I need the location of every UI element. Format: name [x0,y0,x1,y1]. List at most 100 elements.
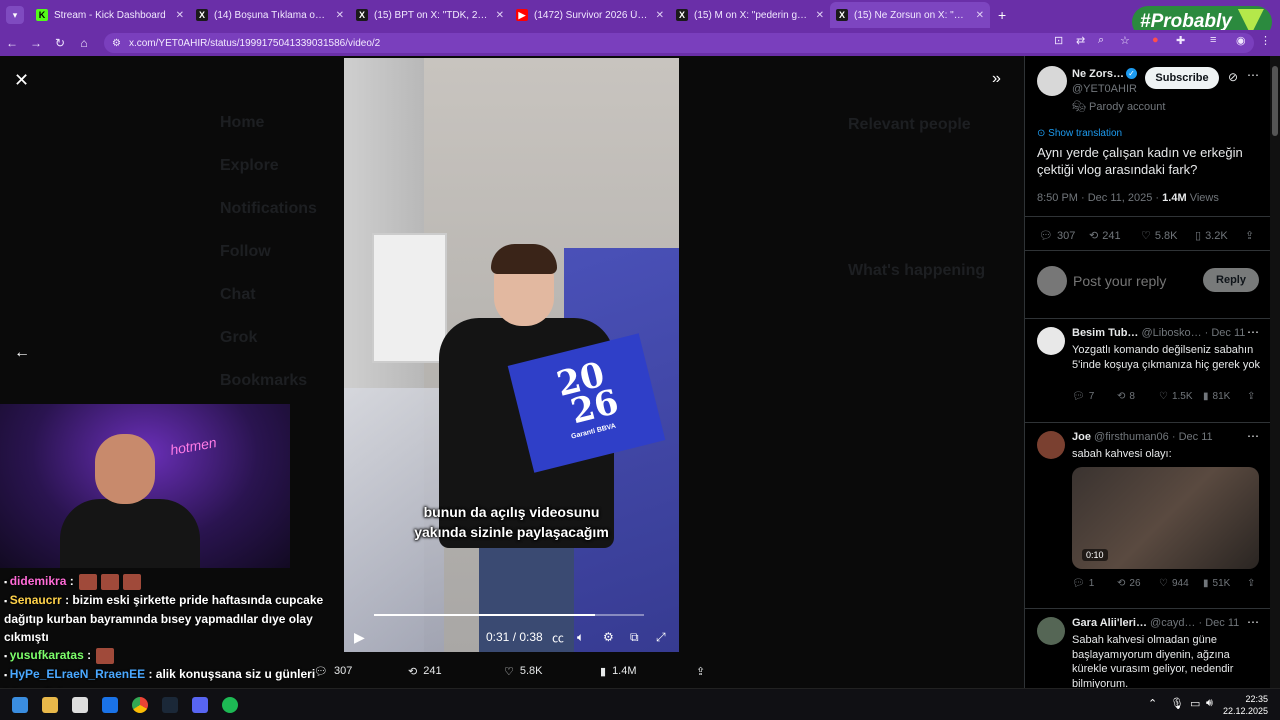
post-bookmark-action[interactable]: ▯ 3.2K [1195,229,1228,243]
extension-icon[interactable]: ● [1152,34,1159,46]
extensions-puzzle-icon[interactable]: ✚ [1176,34,1185,47]
expand-panel-icon[interactable]: » [992,70,1001,88]
like-action[interactable]: ♡ 5.8K [504,665,543,678]
author-avatar[interactable] [1037,66,1067,96]
steam-icon[interactable] [162,697,178,713]
reply-avatar[interactable] [1037,327,1065,355]
reply-handle[interactable]: @Libosko… [1141,327,1201,339]
reply-share-action[interactable]: ⇪ [1247,578,1255,589]
tray-chevron-icon[interactable]: ⌃ [1148,697,1157,710]
chat-username[interactable]: yusufkaratas [10,648,84,662]
reply-avatar[interactable] [1037,617,1065,645]
reply-name[interactable]: Joe [1072,431,1091,443]
chat-username[interactable]: HyPe_ELraeN_RraenEE [10,667,145,681]
reply-tweet[interactable]: Besim Tub… @Libosko… · Dec 11 ⋯ Yozgatlı k… [1025,318,1270,422]
repost-action[interactable]: ⟲ 241 [408,665,442,678]
reading-list-icon[interactable]: ≡ [1210,34,1216,46]
more-icon[interactable]: ⋯ [1247,615,1259,629]
tab-1[interactable]: K Stream - Kick Dashboard ✕ [30,2,190,28]
tab-close-icon[interactable]: ✕ [976,10,984,21]
subscribe-button[interactable]: Subscribe [1145,67,1219,89]
tab-close-icon[interactable]: ✕ [496,10,504,21]
browser-menu-icon[interactable]: ⋮ [1260,34,1271,47]
reply-tweet[interactable]: Joe @firsthuman06 · Dec 11 ⋯ sabah kahvesi… [1025,422,1270,608]
share-action[interactable]: ⇪ [696,665,705,678]
reply-name[interactable]: Besim Tub… [1072,327,1138,339]
reply-views-action[interactable]: ▮ 81K [1203,391,1230,402]
start-icon[interactable] [12,697,28,713]
reply-repost-action[interactable]: ⟲ 26 [1117,578,1141,589]
play-icon[interactable]: ▶ [354,629,365,646]
chat-username[interactable]: Senaucrr [10,593,62,607]
chrome-icon[interactable] [132,697,148,713]
scrollbar-thumb[interactable] [1272,66,1278,136]
volume-icon[interactable]: 🔈︎ [577,630,584,645]
tab-5[interactable]: X (15) M on X: "pederin gerçek sa… ✕ [670,2,830,28]
file-explorer-icon[interactable] [42,697,58,713]
page-scrollbar[interactable] [1270,56,1280,688]
bookmark-star-icon[interactable]: ☆ [1120,34,1130,47]
tab-close-icon[interactable]: ✕ [176,10,184,21]
site-info-icon[interactable]: ⚙ [112,38,121,49]
new-tab-button[interactable]: + [998,7,1006,23]
zoom-icon[interactable]: ⌕ [1098,34,1104,47]
translate-icon[interactable]: ⇄ [1076,34,1085,47]
reply-handle[interactable]: @firsthuman06 [1094,431,1169,443]
settings-icon[interactable]: ⚙ [603,630,614,644]
more-icon[interactable]: ⋯ [1247,68,1259,82]
forward-icon[interactable]: → [24,36,48,50]
close-icon[interactable]: ✕ [14,70,29,91]
more-icon[interactable]: ⋯ [1247,325,1259,339]
tab-4[interactable]: ▶ (1472) Survivor 2026 Ünlüler Ta… ✕ [510,2,670,28]
video-player[interactable]: 20 26 Garanti BBVA bunun da açılış video… [344,58,679,652]
reply-date[interactable]: · Dec 11 [1205,327,1246,339]
store-icon[interactable] [72,697,88,713]
back-icon[interactable]: ← [0,36,24,50]
more-icon[interactable]: ⋯ [1247,429,1259,443]
reply-like-action[interactable]: ♡ 944 [1159,578,1189,589]
reply-date[interactable]: · Dec 11 [1199,617,1240,629]
post-reply-action[interactable]: 💬︎ 307 [1039,229,1075,243]
views-action[interactable]: ▮ 1.4M [600,665,637,678]
reply-tweet[interactable]: Gara Alii'leri… @cayd… · Dec 11 ⋯ Sabah ka… [1025,608,1270,688]
install-icon[interactable]: ⊡ [1054,34,1063,47]
reply-repost-action[interactable]: ⟲ 8 [1117,391,1135,402]
reply-media[interactable]: 0:10 [1072,467,1259,569]
post-repost-action[interactable]: ⟲ 241 [1089,229,1121,243]
post-like-action[interactable]: ♡ 5.8K [1141,229,1178,243]
author-name[interactable]: Ne Zors… [1072,68,1124,80]
home-icon[interactable]: ⌂ [72,36,96,50]
tab-close-icon[interactable]: ✕ [336,10,344,21]
tab-close-icon[interactable]: ✕ [656,10,664,21]
author-handle[interactable]: @YET0AHIR [1072,83,1137,95]
system-clock[interactable]: 22:35 22.12.2025 [1223,693,1268,717]
profile-avatar[interactable]: ◉ [1236,34,1246,47]
reply-date[interactable]: · Dec 11 [1172,431,1213,443]
network-icon[interactable]: ▭ [1190,697,1200,710]
reply-views-action[interactable]: ▮ 51K [1203,578,1230,589]
grok-icon[interactable]: ⊘ [1228,70,1238,84]
reply-like-action[interactable]: ♡ 1.5K [1159,391,1193,402]
reload-icon[interactable]: ↻ [48,36,72,50]
tab-close-icon[interactable]: ✕ [816,10,824,21]
discord-icon[interactable] [192,697,208,713]
microphone-icon[interactable]: 🎙︎ [1170,697,1184,710]
outlook-icon[interactable] [102,697,118,713]
post-share-action[interactable]: ⇪ [1245,229,1254,242]
tab-6[interactable]: X (15) Ne Zorsun on X: "Aynı yerd… ✕ [830,2,990,28]
tab-2[interactable]: X (14) Boşuna Tıklama on X: "199… ✕ [190,2,350,28]
show-translation-link[interactable]: ⊙ Show translation [1037,128,1122,139]
tab-search-button[interactable]: ▾ [6,6,24,24]
spotify-icon[interactable] [222,697,238,713]
chat-username[interactable]: didemikra [10,574,67,588]
reply-input[interactable] [1073,270,1199,292]
reply-reply-action[interactable]: 💬︎ 7 [1072,391,1094,402]
reply-share-action[interactable]: ⇪ [1247,391,1255,402]
reply-avatar[interactable] [1037,431,1065,459]
reply-button[interactable]: Reply [1203,268,1259,292]
reply-reply-action[interactable]: 💬︎ 1 [1072,578,1094,589]
fullscreen-icon[interactable]: ⤢ [656,630,666,645]
previous-arrow-icon[interactable]: ← [14,344,30,362]
volume-tray-icon[interactable]: 🔊︎ [1206,697,1213,710]
reply-handle[interactable]: @cayd… [1150,617,1195,629]
